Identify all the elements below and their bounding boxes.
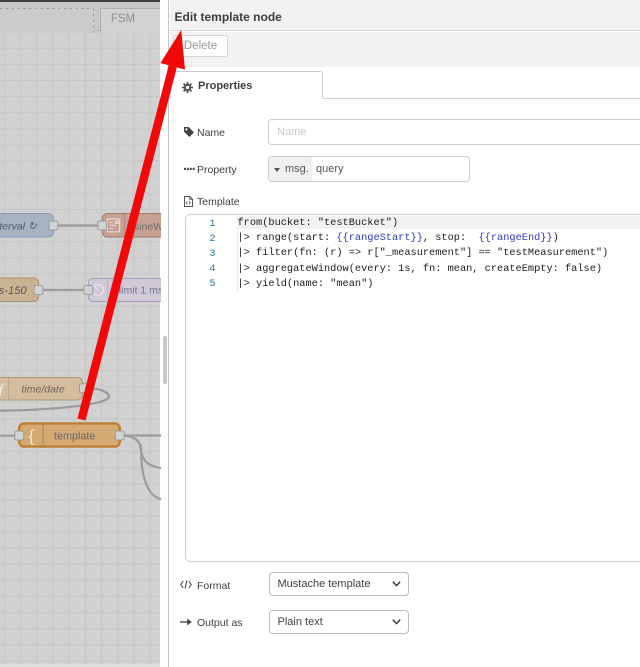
svg-text:time/date: time/date <box>22 383 65 395</box>
svg-text:limit 1 ms: limit 1 ms <box>119 285 161 297</box>
svg-text:template: template <box>54 430 95 442</box>
svg-text:interval ↻: interval ↻ <box>0 221 37 233</box>
svg-text:{: { <box>28 427 34 446</box>
svg-text:ms-150: ms-150 <box>0 285 27 297</box>
svg-text:sineWave: sineWave <box>134 221 161 233</box>
